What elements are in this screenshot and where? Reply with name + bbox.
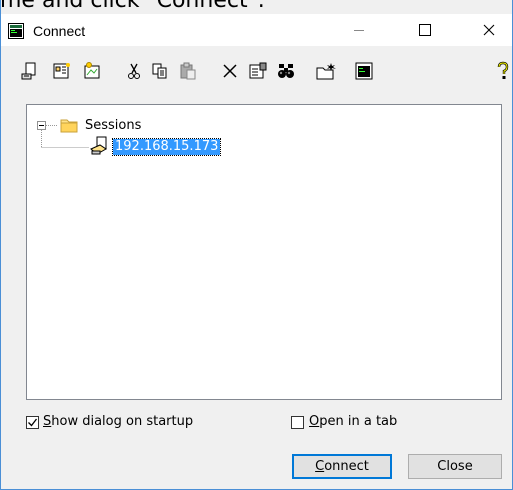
minimize-button[interactable]	[336, 14, 382, 46]
new-session-icon[interactable]	[50, 60, 74, 82]
close-button[interactable]: Close	[408, 454, 502, 479]
session-icon	[89, 136, 109, 160]
tree-root-label[interactable]: Sessions	[85, 118, 141, 134]
folder-icon	[60, 117, 78, 137]
toolbar	[0, 50, 512, 90]
maximize-icon	[419, 24, 431, 36]
show-dialog-label[interactable]: Show dialog on startup	[43, 414, 193, 430]
instruction-banner: me and click "Connect".	[0, 0, 265, 13]
find-icon[interactable]	[274, 60, 298, 82]
close-window-button[interactable]	[466, 14, 512, 46]
open-in-tab-checkbox[interactable]	[291, 416, 304, 429]
tree-lines	[41, 125, 89, 148]
edit-session-icon[interactable]	[80, 60, 104, 82]
delete-icon[interactable]	[218, 60, 242, 82]
properties-icon[interactable]	[246, 60, 270, 82]
paste-icon[interactable]	[176, 60, 200, 82]
help-icon[interactable]	[494, 60, 512, 82]
quick-connect-icon[interactable]	[18, 60, 42, 82]
show-dialog-checkbox[interactable]	[26, 416, 39, 429]
connect-dialog: Connect Sessions 192.168.15.173 Show dia…	[0, 0, 513, 490]
app-icon	[8, 23, 24, 39]
sessions-tree[interactable]: Sessions 192.168.15.173	[26, 104, 502, 400]
new-folder-icon[interactable]	[314, 60, 338, 82]
checkmark-icon	[28, 418, 38, 427]
close-icon	[483, 24, 495, 36]
title-bar[interactable]: Connect	[0, 14, 512, 46]
window-title: Connect	[33, 23, 86, 39]
tree-session-label[interactable]: 192.168.15.173	[111, 138, 222, 156]
open-in-tab-label[interactable]: Open in a tab	[309, 414, 397, 430]
minimize-icon	[354, 30, 364, 31]
copy-icon[interactable]	[148, 60, 172, 82]
maximize-button[interactable]	[402, 14, 448, 46]
connect-button[interactable]: Connect	[292, 454, 392, 479]
collapse-icon[interactable]	[37, 121, 46, 130]
cut-icon[interactable]	[122, 60, 146, 82]
terminal-icon[interactable]	[352, 60, 376, 82]
